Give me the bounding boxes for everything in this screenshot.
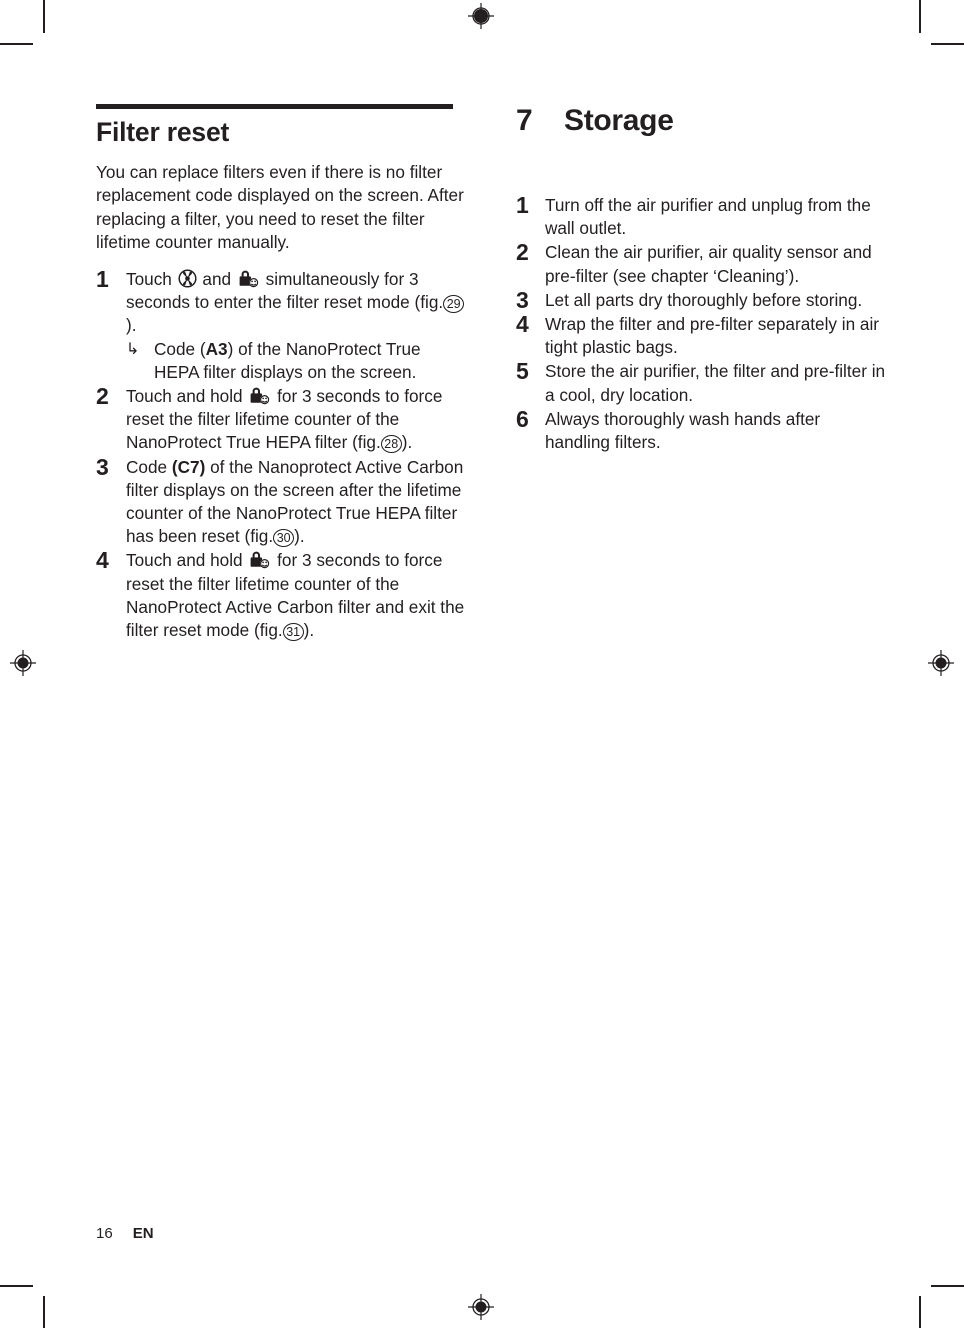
storage-step-list: 1 Turn off the air purifier and unplug f… xyxy=(516,192,886,454)
substep: ↳ Code (A3) of the NanoProtect True HEPA… xyxy=(126,338,466,384)
step-number: 2 xyxy=(516,239,529,266)
list-item: 1 Turn off the air purifier and unplug f… xyxy=(516,192,886,240)
list-item: 2 Clean the air purifier, air quality se… xyxy=(516,241,886,287)
list-item: 1 Touch and simultaneously for 3 seconds… xyxy=(96,265,466,384)
list-item: 6 Always thoroughly wash hands after han… xyxy=(516,405,886,454)
two-column-layout: Filter reset You can replace filters eve… xyxy=(96,104,886,643)
substep-text-part: Code ( xyxy=(154,338,206,359)
step-number: 1 xyxy=(96,265,109,292)
child-lock-icon xyxy=(248,550,271,569)
chapter-number: 7 xyxy=(516,104,533,137)
step-text: Turn off the air purifier and unplug fro… xyxy=(545,195,871,239)
fan-cross-circle-icon xyxy=(178,269,197,288)
step-text-part: and xyxy=(197,268,236,289)
step-number: 3 xyxy=(516,286,529,313)
list-item: 3 Code (C7) of the Nanoprotect Active Ca… xyxy=(96,453,466,549)
figure-reference: 31 xyxy=(282,623,304,641)
step-number: 2 xyxy=(96,382,109,409)
step-text-part: ). xyxy=(294,526,305,547)
filter-reset-step-list: 1 Touch and simultaneously for 3 seconds… xyxy=(96,265,466,642)
step-text-part: ). xyxy=(401,432,413,453)
chapter-heading: 7 Storage xyxy=(516,104,886,138)
step-text-part: ). xyxy=(303,620,315,640)
step-text: Touch and simultaneously for 3 seconds t… xyxy=(126,268,466,384)
list-item: 4 Wrap the filter and pre-filter separat… xyxy=(516,311,886,359)
step-text: Touch and hold for 3 seconds to force re… xyxy=(126,385,466,455)
step-number: 1 xyxy=(516,192,529,218)
step-number: 6 xyxy=(516,405,529,432)
substep-text: Code (A3) of the NanoProtect True HEPA f… xyxy=(154,338,466,384)
page-title: Filter reset xyxy=(96,117,230,147)
step-text-part: Touch xyxy=(126,268,177,289)
step-text-part: Touch and hold xyxy=(126,550,248,571)
step-text-part: Code xyxy=(126,456,172,477)
manual-page: Filter reset You can replace filters eve… xyxy=(0,0,964,1328)
figure-reference: 28 xyxy=(380,435,402,454)
filter-code: A3 xyxy=(205,338,228,359)
list-item: 4 Touch and hold for 3 seconds to force … xyxy=(96,549,466,642)
language-code: EN xyxy=(132,1225,154,1242)
step-text-part: ). xyxy=(126,315,137,336)
section-rule xyxy=(96,104,453,109)
child-lock-icon xyxy=(248,386,271,405)
right-column: 7 Storage 1 Turn off the air purifier an… xyxy=(516,104,886,643)
arrow-right-down-icon: ↳ xyxy=(126,340,140,358)
step-number: 4 xyxy=(516,311,529,338)
filter-code: (C7) xyxy=(171,456,206,477)
page-number: 16 xyxy=(96,1225,113,1242)
intro-paragraph: You can replace filters even if there is… xyxy=(96,162,464,252)
child-lock-icon xyxy=(237,269,260,288)
figure-reference: 30 xyxy=(273,529,295,548)
figure-reference: 29 xyxy=(443,295,465,314)
chapter-title: Storage xyxy=(564,104,674,137)
step-text: Clean the air purifier, air quality sens… xyxy=(545,242,872,286)
step-number: 3 xyxy=(96,453,109,480)
step-text: Always thoroughly wash hands after handl… xyxy=(545,408,821,453)
step-number: 4 xyxy=(96,547,109,574)
left-column: Filter reset You can replace filters eve… xyxy=(96,104,466,643)
step-text: Wrap the filter and pre-filter separatel… xyxy=(545,314,880,358)
list-item: 5 Store the air purifier, the filter and… xyxy=(516,360,886,406)
step-number: 5 xyxy=(516,358,529,385)
step-text-part: Touch and hold xyxy=(126,385,248,406)
list-item: 2 Touch and hold for 3 seconds to force … xyxy=(96,382,466,455)
page-footer: 16 EN xyxy=(96,1225,154,1242)
step-text: Store the air purifier, the filter and p… xyxy=(545,361,886,405)
step-text: Touch and hold for 3 seconds to force re… xyxy=(126,549,466,642)
step-text: Code (C7) of the Nanoprotect Active Carb… xyxy=(126,456,466,549)
list-item: 3 Let all parts dry thoroughly before st… xyxy=(516,286,886,313)
step-text: Let all parts dry thoroughly before stor… xyxy=(545,289,863,310)
